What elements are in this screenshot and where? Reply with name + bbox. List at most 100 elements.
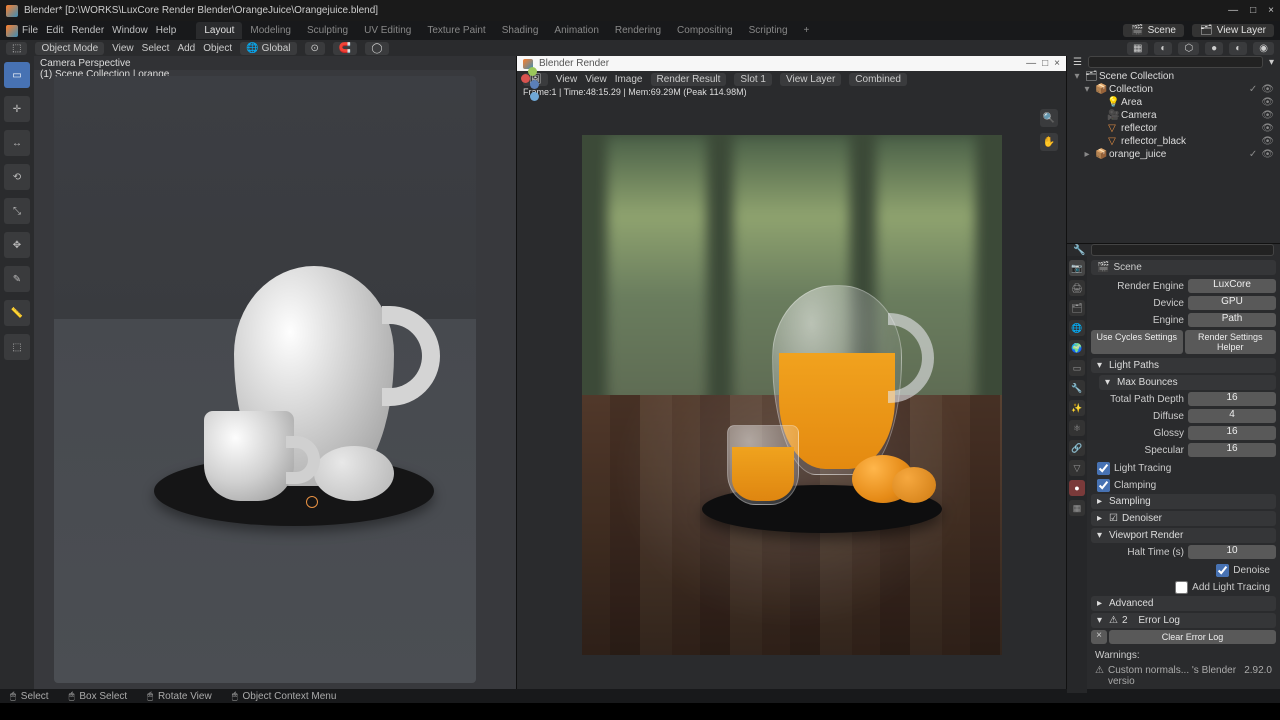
chk-denoise[interactable] (1216, 564, 1229, 577)
orientation-select[interactable]: 🌐 Global (240, 42, 296, 55)
3d-viewport[interactable]: Camera Perspective (1) Scene Collection … (34, 56, 516, 689)
glossy-bounces[interactable]: 16 (1188, 426, 1276, 440)
vh-add[interactable]: Add (177, 43, 195, 54)
tab-modeling[interactable]: Modeling (242, 22, 299, 39)
vis-toggle-icon[interactable]: 👁 (1261, 97, 1274, 108)
ptab-material[interactable]: ● (1069, 480, 1085, 496)
img-result[interactable]: Render Result (651, 73, 727, 86)
tab-scripting[interactable]: Scripting (741, 22, 796, 39)
pivot-icon[interactable]: ⊙ (305, 42, 325, 55)
vis-toggle-icon[interactable]: 👁 (1261, 84, 1274, 95)
tool-scale[interactable]: ⤡ (4, 198, 30, 224)
engine-select[interactable]: Path (1188, 313, 1276, 327)
vh-object[interactable]: Object (203, 43, 232, 54)
shading-matprev-icon[interactable]: ◐ (1229, 42, 1247, 55)
props-type-icon[interactable]: 🔧 (1073, 245, 1085, 256)
ptab-physics[interactable]: ⚛ (1069, 420, 1085, 436)
img-slot[interactable]: Slot 1 (734, 73, 772, 86)
ptab-world[interactable]: 🌍 (1069, 340, 1085, 356)
sec-denoiser[interactable]: ▸☑ Denoiser (1091, 511, 1276, 526)
snap-icon[interactable]: 🧲 (333, 42, 357, 55)
maximize-button[interactable]: □ (1250, 5, 1256, 16)
img-pan-icon[interactable]: ✋ (1040, 133, 1058, 151)
tool-transform[interactable]: ✥ (4, 232, 30, 258)
tab-uv[interactable]: UV Editing (356, 22, 419, 39)
ptab-output[interactable]: 🖨 (1069, 280, 1085, 296)
menu-render[interactable]: Render (71, 25, 104, 36)
render-min-icon[interactable]: — (1026, 58, 1036, 69)
sec-advanced[interactable]: ▸Advanced (1091, 596, 1276, 611)
tool-rotate[interactable]: ⟲ (4, 164, 30, 190)
overlay-gizmo-icon[interactable]: ▦ (1127, 42, 1148, 55)
chk-clamping[interactable] (1097, 479, 1110, 492)
btn-close-err[interactable]: × (1091, 630, 1107, 644)
proportional-icon[interactable]: ◯ (365, 42, 388, 55)
ptab-data[interactable]: ▽ (1069, 460, 1085, 476)
sec-errorlog[interactable]: ▾⚠ 2 Error Log (1091, 613, 1276, 628)
img-view2[interactable]: View (585, 74, 607, 85)
tab-layout[interactable]: Layout (196, 22, 242, 39)
render-max-icon[interactable]: □ (1042, 58, 1048, 69)
outliner-item-collection[interactable]: ▾📦Collection✓👁 (1067, 83, 1280, 96)
shading-solid-icon[interactable]: ● (1205, 42, 1223, 55)
props-search[interactable] (1091, 244, 1274, 256)
menu-file[interactable]: File (22, 25, 38, 36)
minimize-button[interactable]: — (1228, 5, 1238, 16)
vis-toggle-icon[interactable]: ✓ (1249, 84, 1257, 95)
tab-rendering[interactable]: Rendering (607, 22, 669, 39)
diffuse-bounces[interactable]: 4 (1188, 409, 1276, 423)
outliner-filter-icon[interactable]: ▾ (1269, 57, 1274, 68)
ptab-scene[interactable]: 🌐 (1069, 320, 1085, 336)
outliner-item-orange_juice[interactable]: ▸📦orange_juice✓👁 (1067, 148, 1280, 161)
sec-viewport[interactable]: ▾Viewport Render (1091, 528, 1276, 543)
shading-wire-icon[interactable]: ⬡ (1178, 42, 1199, 55)
img-view1[interactable]: View (556, 74, 578, 85)
btn-use-cycles[interactable]: Use Cycles Settings (1091, 330, 1183, 354)
tool-select-box[interactable]: ▭ (4, 62, 30, 88)
render-close-icon[interactable]: × (1054, 58, 1060, 69)
sec-maxbounces[interactable]: ▾Max Bounces (1099, 375, 1276, 390)
sec-lightpaths[interactable]: ▾Light Paths (1091, 358, 1276, 373)
image-canvas[interactable]: 🔍 ✋ (517, 101, 1066, 689)
menu-window[interactable]: Window (112, 25, 148, 36)
render-engine-select[interactable]: LuxCore (1188, 279, 1276, 293)
btn-render-helper[interactable]: Render Settings Helper (1185, 330, 1277, 354)
tab-compositing[interactable]: Compositing (669, 22, 741, 39)
tab-animation[interactable]: Animation (546, 22, 606, 39)
outliner-root[interactable]: ▾🗂 Scene Collection (1067, 70, 1280, 83)
ptab-object[interactable]: ▭ (1069, 360, 1085, 376)
ptab-viewlayer[interactable]: 🗂 (1069, 300, 1085, 316)
outliner-item-area[interactable]: 💡Area👁 (1067, 96, 1280, 109)
editor-type-icon[interactable]: ⬚ (6, 42, 27, 55)
props-breadcrumb[interactable]: 🎬 Scene (1091, 260, 1276, 275)
gizmo-y-icon[interactable] (528, 67, 537, 76)
outliner-type-icon[interactable]: ☰ (1073, 57, 1082, 68)
mode-select[interactable]: Object Mode (35, 42, 104, 55)
img-image[interactable]: Image (615, 74, 643, 85)
menu-help[interactable]: Help (156, 25, 177, 36)
vis-toggle-icon[interactable]: 👁 (1261, 136, 1274, 147)
outliner[interactable]: ▾🗂 Scene Collection ▾📦Collection✓👁💡Area👁… (1067, 68, 1280, 243)
total-depth[interactable]: 16 (1188, 392, 1276, 406)
tab-shading[interactable]: Shading (494, 22, 547, 39)
vis-toggle-icon[interactable]: 👁 (1261, 110, 1274, 121)
device-select[interactable]: GPU (1188, 296, 1276, 310)
ptab-render[interactable]: 📷 (1069, 260, 1085, 276)
close-button[interactable]: × (1268, 5, 1274, 16)
vis-toggle-icon[interactable]: 👁 (1261, 149, 1274, 160)
shading-rendered-icon[interactable]: ◉ (1253, 42, 1274, 55)
tool-cursor[interactable]: ✛ (4, 96, 30, 122)
nav-gizmo[interactable] (518, 64, 548, 94)
scene-select[interactable]: 🎬 Scene (1123, 24, 1184, 37)
ptab-constraint[interactable]: 🔗 (1069, 440, 1085, 456)
outliner-search[interactable] (1088, 56, 1263, 68)
overlay-icon[interactable]: ◐ (1154, 42, 1172, 55)
tool-move[interactable]: ↔ (4, 130, 30, 156)
outliner-item-reflector_black[interactable]: ▽reflector_black👁 (1067, 135, 1280, 148)
menu-edit[interactable]: Edit (46, 25, 63, 36)
img-zoom-icon[interactable]: 🔍 (1040, 109, 1058, 127)
tool-annotate[interactable]: ✎ (4, 266, 30, 292)
vh-view[interactable]: View (112, 43, 134, 54)
viewport-canvas[interactable] (54, 76, 476, 683)
gizmo-x-icon[interactable] (521, 74, 530, 83)
